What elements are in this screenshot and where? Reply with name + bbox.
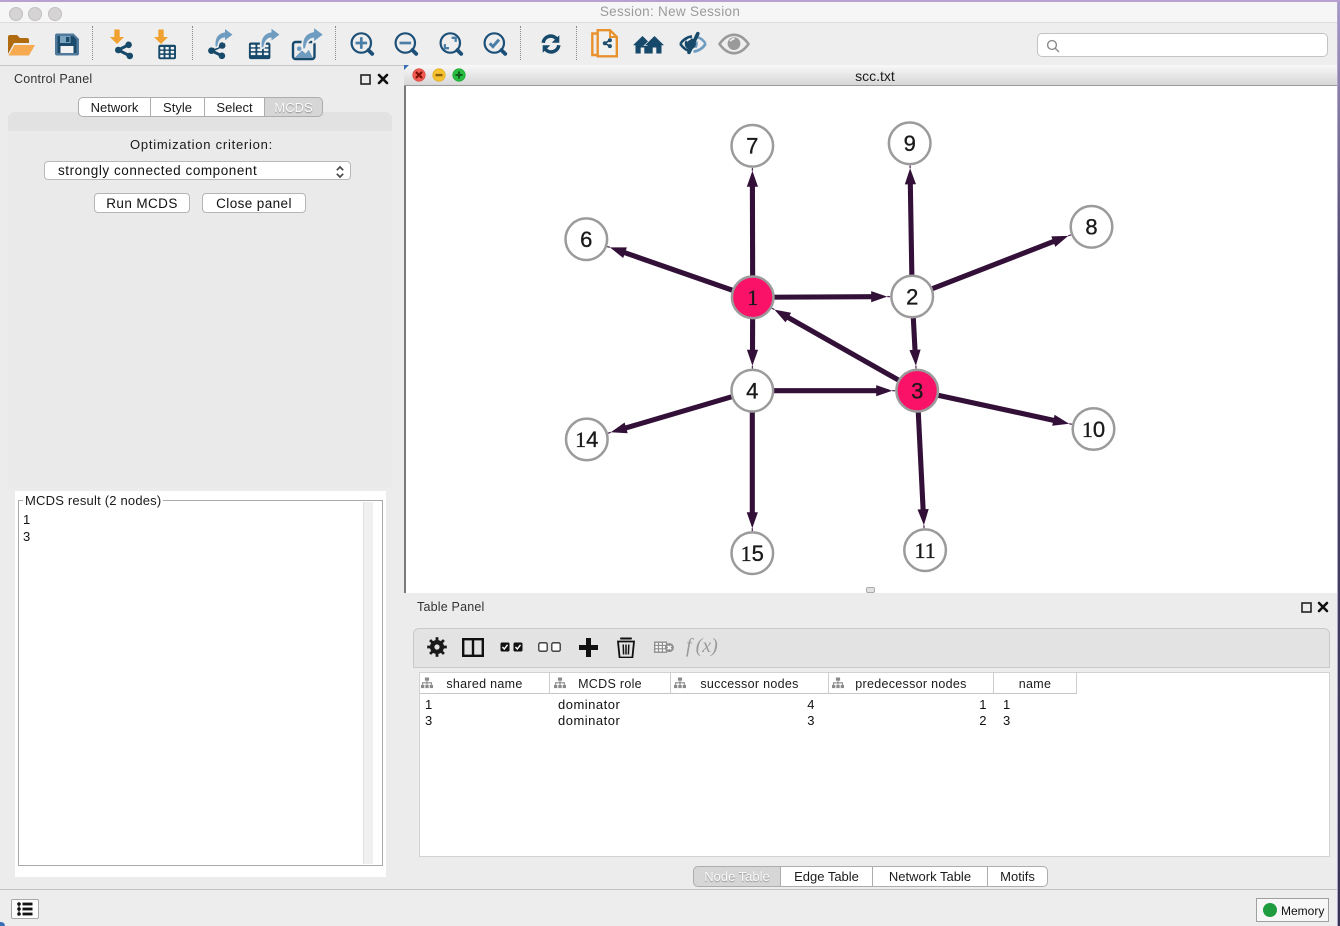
svg-text:4: 4 [746,379,758,404]
svg-text:10: 10 [1082,417,1105,442]
svg-text:1: 1 [747,285,758,310]
svg-text:3: 3 [911,379,923,404]
svg-text:11: 11 [915,538,936,563]
svg-text:9: 9 [904,131,916,156]
svg-text:7: 7 [746,134,758,159]
svg-text:6: 6 [580,227,592,252]
svg-text:14: 14 [575,427,598,452]
svg-text:2: 2 [906,284,918,309]
svg-text:8: 8 [1085,215,1097,240]
svg-text:15: 15 [741,541,764,566]
